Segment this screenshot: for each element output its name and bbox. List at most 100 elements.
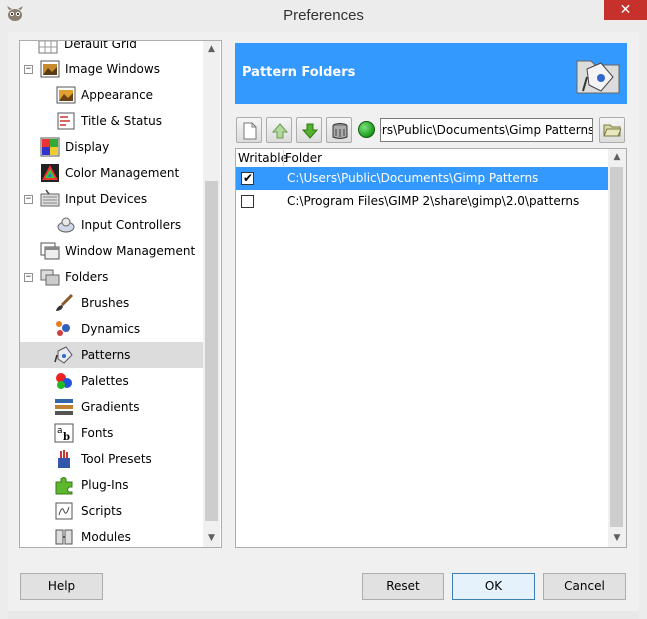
scroll-down-icon[interactable]: ▼: [608, 530, 626, 547]
sidebar-item-display[interactable]: Display: [20, 134, 204, 160]
help-button[interactable]: Help: [20, 573, 103, 600]
sidebar-item-color-management[interactable]: Color Management: [20, 160, 204, 186]
sidebar-item-label: Display: [65, 140, 110, 154]
sidebar-item-appearance[interactable]: Appearance: [20, 82, 204, 108]
writable-checkbox[interactable]: [241, 195, 254, 208]
move-down-button[interactable]: [296, 117, 322, 143]
sidebar-item-scripts[interactable]: Scripts: [20, 498, 204, 524]
new-folder-button[interactable]: [236, 117, 262, 143]
sidebar-item-label: Scripts: [81, 504, 123, 518]
sidebar-item-tool-presets[interactable]: Tool Presets: [20, 446, 204, 472]
window-management-icon: [40, 242, 60, 260]
list-header: Writable Folder: [236, 149, 609, 167]
dynamics-icon: [56, 321, 70, 336]
folder-open-icon: [603, 124, 621, 137]
folder-path-input[interactable]: C:\Users\Public\Documents\Gimp Patterns: [380, 118, 593, 142]
sidebar-item-label: Plug-Ins: [81, 478, 129, 492]
scroll-down-icon[interactable]: ▼: [203, 530, 220, 547]
title-bar: Preferences ✕: [0, 0, 647, 32]
sidebar-item-default-grid[interactable]: Default Grid: [20, 40, 204, 57]
cancel-button[interactable]: Cancel: [543, 573, 626, 600]
sidebar-item-label: Dynamics: [81, 322, 141, 336]
check-icon: ✔: [243, 171, 254, 185]
folder-path-value: C:\Users\Public\Documents\Gimp Patterns: [381, 123, 593, 137]
sidebar-item-label: Fonts: [81, 426, 114, 440]
reset-button[interactable]: Reset: [362, 573, 444, 600]
patterns-icon: [54, 346, 73, 364]
sidebar-scrollbar[interactable]: ▲ ▼: [203, 41, 220, 547]
column-folder[interactable]: Folder: [285, 151, 322, 165]
table-row[interactable]: C:\Program Files\GIMP 2\share\gimp\2.0\p…: [236, 190, 608, 213]
module-icon: [55, 529, 73, 545]
sidebar-item-label: Tool Presets: [81, 452, 152, 466]
writable-checkbox[interactable]: ✔: [241, 171, 254, 185]
delete-folder-button[interactable]: [326, 117, 352, 143]
collapse-icon[interactable]: −: [24, 195, 33, 204]
list-scrollbar[interactable]: ▲ ▼: [608, 149, 626, 547]
sidebar-item-label: Patterns: [81, 348, 131, 362]
gradient-icon: [55, 399, 73, 415]
folder-path: C:\Program Files\GIMP 2\share\gimp\2.0\p…: [287, 194, 580, 208]
sidebar-item-label: Brushes: [81, 296, 130, 310]
sidebar-item-label: Image Windows: [65, 62, 160, 76]
sidebar-item-input-controllers[interactable]: Input Controllers: [20, 212, 204, 238]
close-button[interactable]: ✕: [604, 0, 647, 20]
title-status-icon: [57, 112, 75, 130]
grid-icon: [38, 41, 58, 54]
sidebar-item-window-management[interactable]: Window Management: [20, 238, 204, 264]
sidebar-item-image-windows[interactable]: − Image Windows: [20, 56, 204, 82]
svg-text:a: a: [57, 426, 63, 436]
folder-list: Writable Folder ✔ C:\Users\Public\Docume…: [235, 148, 627, 548]
section-title: Pattern Folders: [242, 65, 356, 80]
sidebar-item-label: Folders: [65, 270, 109, 284]
sidebar-item-fonts[interactable]: ab Fonts: [20, 420, 204, 446]
input-devices-icon: [40, 189, 60, 207]
sidebar-item-label: Input Devices: [65, 192, 148, 206]
palette-icon: [56, 373, 72, 389]
column-writable[interactable]: Writable: [238, 151, 288, 165]
color-management-icon: [41, 164, 59, 182]
sidebar-item-modules[interactable]: Modules: [20, 524, 204, 547]
display-icon: [40, 137, 60, 157]
svg-text:b: b: [63, 432, 70, 443]
collapse-icon[interactable]: −: [24, 273, 33, 282]
browse-folder-button[interactable]: [599, 117, 625, 143]
sidebar-item-title-status[interactable]: Title & Status: [20, 108, 204, 134]
sidebar-item-plug-ins[interactable]: Plug-Ins: [20, 472, 204, 498]
list-scroll-thumb[interactable]: [610, 167, 623, 527]
sidebar-item-input-devices[interactable]: − Input Devices: [20, 186, 204, 212]
collapse-icon[interactable]: −: [24, 65, 33, 74]
column-separator[interactable]: [283, 150, 284, 166]
font-icon: ab: [54, 423, 74, 443]
sidebar-item-folders[interactable]: − Folders: [20, 264, 204, 290]
sidebar-item-label: Appearance: [81, 88, 154, 102]
image-window-icon: [40, 60, 60, 78]
sidebar-item-label: Color Management: [65, 166, 180, 180]
ok-button[interactable]: OK: [452, 573, 535, 600]
scroll-up-icon[interactable]: ▲: [203, 41, 220, 58]
sidebar-item-label: Default Grid: [64, 40, 137, 51]
sidebar-scroll-thumb[interactable]: [205, 181, 218, 521]
sidebar-item-dynamics[interactable]: Dynamics: [20, 316, 204, 342]
window-frame-right: [639, 32, 647, 619]
sidebar-item-label: Input Controllers: [81, 218, 182, 232]
sidebar-item-palettes[interactable]: Palettes: [20, 368, 204, 394]
folder-path: C:\Users\Public\Documents\Gimp Patterns: [287, 171, 539, 185]
folders-icon: [40, 269, 60, 286]
sidebar-item-patterns[interactable]: Patterns: [20, 342, 204, 368]
path-valid-icon: [358, 121, 375, 138]
trash-icon: [332, 123, 348, 139]
preferences-tree: Default Grid − Image Windows Appearance …: [19, 40, 222, 548]
sidebar-item-gradients[interactable]: Gradients: [20, 394, 204, 420]
move-up-button[interactable]: [266, 117, 292, 143]
sidebar-item-brushes[interactable]: Brushes: [20, 290, 204, 316]
script-icon: [55, 502, 73, 520]
window-frame-left: [0, 32, 8, 619]
brush-icon: [56, 293, 74, 311]
window-title: Preferences: [283, 7, 364, 24]
appearance-icon: [56, 86, 76, 104]
arrow-down-icon: [301, 123, 319, 139]
scroll-up-icon[interactable]: ▲: [608, 149, 626, 166]
table-row[interactable]: ✔ C:\Users\Public\Documents\Gimp Pattern…: [236, 167, 608, 190]
sidebar-item-label: Modules: [81, 530, 131, 544]
